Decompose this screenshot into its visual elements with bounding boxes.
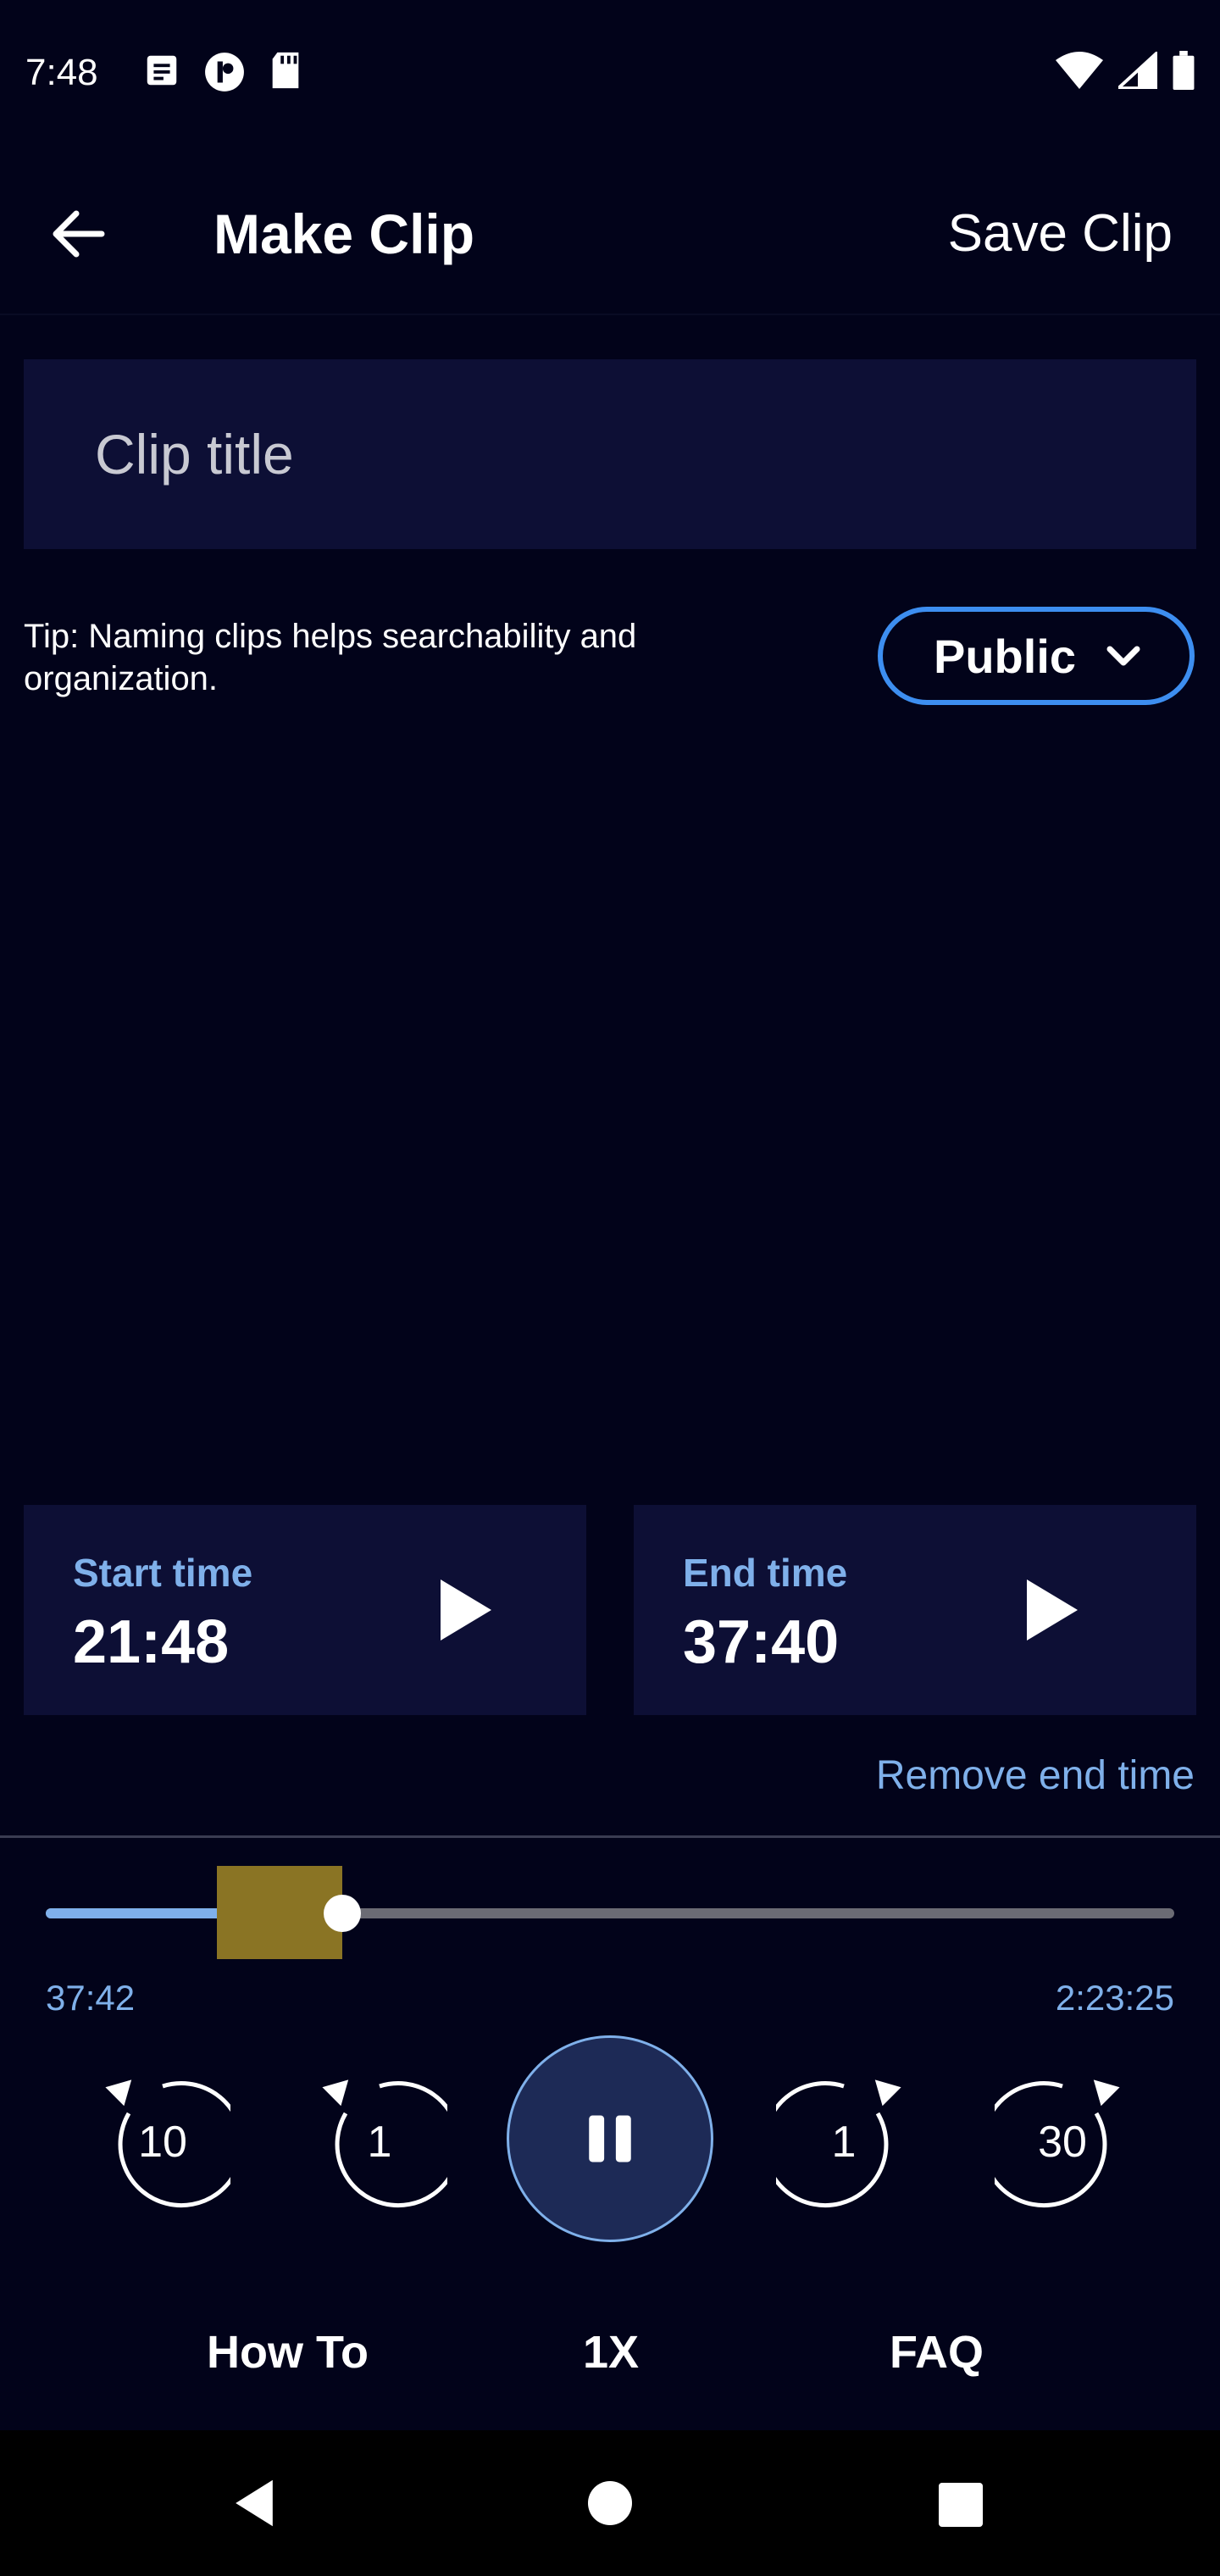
start-time-value: 21:48: [73, 1608, 230, 1676]
rewind-1-button[interactable]: 1: [312, 2074, 462, 2210]
tip-text: Tip: Naming clips helps searchability an…: [24, 618, 637, 697]
nav-home-icon[interactable]: [588, 2481, 632, 2525]
forward-1-button[interactable]: 1: [762, 2074, 912, 2210]
divider: [0, 1835, 1220, 1838]
visibility-value: Public: [934, 629, 1077, 683]
status-time: 7:48: [25, 52, 98, 93]
arrow-left-icon: [53, 210, 105, 258]
play-end-icon[interactable]: [1017, 1576, 1084, 1644]
end-time-value: 37:40: [683, 1608, 840, 1676]
nav-back-icon[interactable]: [230, 2478, 278, 2529]
end-time-label: End time: [683, 1551, 848, 1595]
current-time: 37:42: [46, 1978, 136, 2018]
seek-thumb[interactable]: [324, 1895, 362, 1932]
podcast-app-icon: [205, 53, 244, 92]
forward-30-label: 30: [1038, 2118, 1087, 2167]
forward-1-label: 1: [831, 2118, 857, 2167]
notes-icon: [147, 55, 177, 86]
clip-title-input[interactable]: [24, 359, 1196, 549]
page-title: Make Clip: [214, 203, 475, 265]
chevron-down-icon: [1106, 646, 1140, 666]
faq-button[interactable]: FAQ: [890, 2323, 984, 2381]
nav-recents-icon[interactable]: [939, 2483, 983, 2527]
play-start-icon[interactable]: [430, 1576, 498, 1644]
rewind-10-label: 10: [138, 2118, 187, 2167]
pause-button[interactable]: [507, 2035, 713, 2242]
pause-icon: [589, 2115, 631, 2162]
rewind-10-button[interactable]: 10: [95, 2074, 245, 2210]
visibility-dropdown[interactable]: Public: [878, 607, 1195, 705]
end-time-card[interactable]: End time 37:40: [634, 1505, 1196, 1715]
rewind-1-label: 1: [367, 2118, 392, 2167]
how-to-button[interactable]: How To: [207, 2323, 369, 2381]
system-nav-bar: [0, 2430, 1220, 2576]
status-right-icons: [1056, 51, 1195, 90]
sd-card-icon: [272, 52, 299, 89]
start-time-card[interactable]: Start time 21:48: [24, 1505, 586, 1715]
status-left-icons: [142, 51, 303, 93]
save-clip-button[interactable]: Save Clip: [948, 200, 1173, 268]
duration: 2:23:25: [1055, 1978, 1174, 2018]
forward-30-button[interactable]: 30: [980, 2074, 1130, 2210]
remove-end-time-link[interactable]: Remove end time: [876, 1752, 1195, 1800]
battery-icon: [1173, 51, 1195, 90]
back-button[interactable]: [37, 193, 119, 275]
signal-icon: [1118, 52, 1157, 89]
playback-speed-button[interactable]: 1X: [583, 2323, 639, 2381]
start-time-label: Start time: [73, 1551, 253, 1595]
wifi-icon: [1056, 52, 1103, 89]
